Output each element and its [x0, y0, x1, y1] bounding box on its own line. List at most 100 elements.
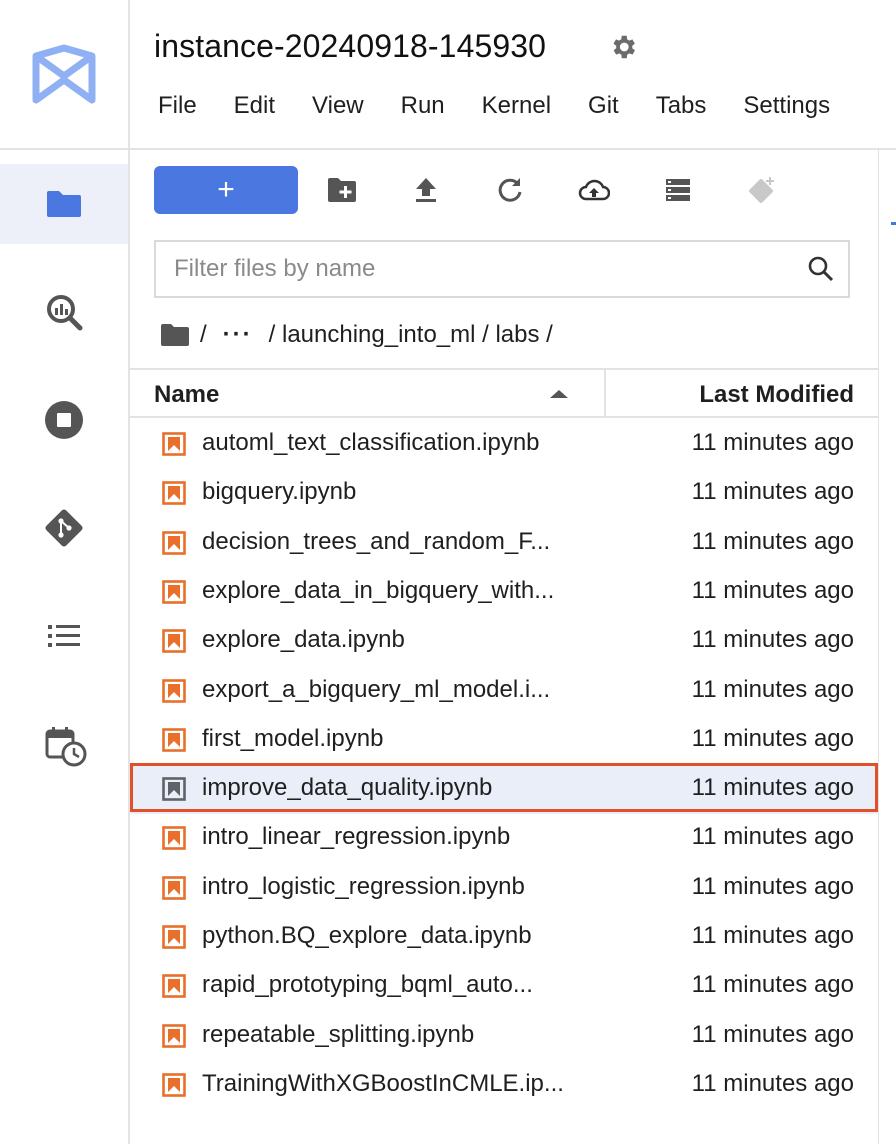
file-modified: 11 minutes ago [691, 1021, 854, 1048]
cloud-upload-button[interactable] [578, 174, 610, 206]
file-name: explore_data.ipynb [202, 626, 405, 653]
sidebar-item-git[interactable] [0, 488, 128, 568]
file-modified: 11 minutes ago [691, 1070, 854, 1097]
new-folder-button[interactable] [326, 174, 358, 206]
filter-box [154, 240, 850, 298]
menu-kernel[interactable]: Kernel [482, 92, 551, 128]
file-name: explore_data_in_bigquery_with... [202, 577, 555, 604]
notebook-icon [162, 580, 186, 604]
file-row[interactable]: rapid_prototyping_bqml_auto... 11 minutes… [130, 962, 878, 1011]
sidebar-item-bigquery[interactable] [0, 272, 128, 352]
file-modified: 11 minutes ago [691, 774, 854, 801]
notebook-icon [162, 728, 186, 752]
notebook-icon [162, 1073, 186, 1097]
refresh-icon [498, 178, 522, 202]
file-row[interactable]: explore_data.ipynb 11 minutes ago [130, 617, 878, 666]
breadcrumb-root-separator: / [200, 321, 207, 348]
notebook-icon [162, 826, 186, 850]
menu-file[interactable]: File [158, 92, 197, 128]
notebook-icon [162, 531, 186, 555]
upload-icon [416, 178, 436, 202]
file-modified: 11 minutes ago [691, 528, 854, 555]
file-row[interactable]: decision_trees_and_random_F... 11 minutes… [130, 519, 878, 568]
notebook-icon [162, 925, 186, 949]
file-toolbar: + [130, 166, 878, 214]
refresh-button[interactable] [494, 174, 526, 206]
file-row[interactable]: export_a_bigquery_ml_model.i... 11 minute… [130, 667, 878, 716]
file-name: automl_text_classification.ipynb [202, 429, 540, 456]
file-modified: 11 minutes ago [691, 676, 854, 703]
bigquery-search-icon [47, 295, 83, 331]
file-modified: 11 minutes ago [691, 478, 854, 505]
file-row[interactable]: improve_data_quality.ipynb 11 minutes ago [130, 763, 878, 814]
gear-icon[interactable] [608, 32, 638, 62]
file-name: intro_linear_regression.ipynb [202, 823, 511, 850]
sidebar-item-running[interactable] [0, 380, 128, 460]
tab-indicator [891, 222, 896, 225]
instance-title: instance-20240918-145930 [154, 28, 547, 64]
file-row[interactable]: bigquery.ipynb 11 minutes ago [130, 469, 878, 518]
column-divider[interactable] [604, 370, 606, 416]
breadcrumb-path[interactable]: / launching_into_ml / labs / [269, 321, 553, 349]
file-modified: 11 minutes ago [691, 922, 854, 949]
file-row[interactable]: intro_logistic_regression.ipynb 11 minute… [130, 864, 878, 913]
notebook-icon [162, 974, 186, 998]
menu-git[interactable]: Git [588, 92, 619, 128]
file-modified: 11 minutes ago [691, 725, 854, 752]
cloud-upload-icon [578, 179, 610, 201]
menu-edit[interactable]: Edit [234, 92, 275, 128]
file-name: rapid_prototyping_bqml_auto... [202, 971, 533, 998]
calendar-clock-icon [45, 727, 87, 767]
folder-icon [47, 191, 81, 217]
file-modified: 11 minutes ago [691, 873, 854, 900]
file-modified: 11 minutes ago [691, 971, 854, 998]
file-row[interactable]: TrainingWithXGBoostInCMLE.ip... 11 minute… [130, 1061, 878, 1110]
sidebar-item-schedule[interactable] [0, 704, 128, 784]
notebook-icon [162, 777, 186, 801]
column-last-modified[interactable]: Last Modified [699, 381, 854, 409]
file-row[interactable]: intro_linear_regression.ipynb 11 minutes … [130, 814, 878, 863]
file-row[interactable]: automl_text_classification.ipynb 11 minut… [130, 420, 878, 469]
new-launcher-button[interactable]: + [154, 166, 298, 214]
notebook-icon [162, 1024, 186, 1048]
file-name: repeatable_splitting.ipynb [202, 1021, 475, 1048]
storage-button[interactable] [662, 174, 694, 206]
sort-ascending-icon [550, 390, 568, 398]
file-list-header: Name Last Modified [130, 368, 878, 418]
notebook-icon [162, 432, 186, 456]
file-row[interactable]: explore_data_in_bigquery_with... 11 minut… [130, 568, 878, 617]
filter-files-input[interactable] [156, 242, 814, 296]
menu-settings[interactable]: Settings [743, 92, 830, 128]
breadcrumb-ellipsis[interactable]: ··· [223, 321, 253, 349]
file-modified: 11 minutes ago [691, 577, 854, 604]
git-clone-icon [749, 177, 774, 203]
sidebar-item-toc[interactable] [0, 596, 128, 676]
file-row[interactable]: python.BQ_explore_data.ipynb 11 minutes a… [130, 913, 878, 962]
menu-view[interactable]: View [312, 92, 364, 128]
file-name: first_model.ipynb [202, 725, 384, 752]
git-clone-button[interactable] [746, 174, 778, 206]
activity-bar [0, 0, 130, 1144]
notebook-icon [162, 629, 186, 653]
git-icon [45, 509, 83, 547]
header: instance-20240918-145930 File Edit View … [130, 0, 896, 150]
upload-button[interactable] [410, 174, 442, 206]
breadcrumb: / ··· / launching_into_ml / labs / [160, 318, 553, 352]
stop-circle-icon [45, 401, 83, 439]
file-row[interactable]: repeatable_splitting.ipynb 11 minutes ago [130, 1012, 878, 1061]
menu-bar: File Edit View Run Kernel Git Tabs Setti… [158, 92, 867, 128]
home-folder-icon[interactable] [160, 323, 190, 347]
search-icon [808, 256, 834, 282]
new-folder-icon [328, 178, 356, 202]
file-row[interactable]: first_model.ipynb 11 minutes ago [130, 716, 878, 765]
file-modified: 11 minutes ago [691, 429, 854, 456]
file-name: export_a_bigquery_ml_model.i... [202, 676, 551, 703]
menu-tabs[interactable]: Tabs [656, 92, 707, 128]
file-name: TrainingWithXGBoostInCMLE.ip... [202, 1070, 564, 1097]
sidebar-item-files[interactable] [0, 164, 128, 244]
menu-run[interactable]: Run [401, 92, 445, 128]
list-icon [48, 625, 80, 647]
column-name[interactable]: Name [154, 381, 219, 409]
file-name: improve_data_quality.ipynb [202, 774, 493, 801]
file-name: python.BQ_explore_data.ipynb [202, 922, 532, 949]
